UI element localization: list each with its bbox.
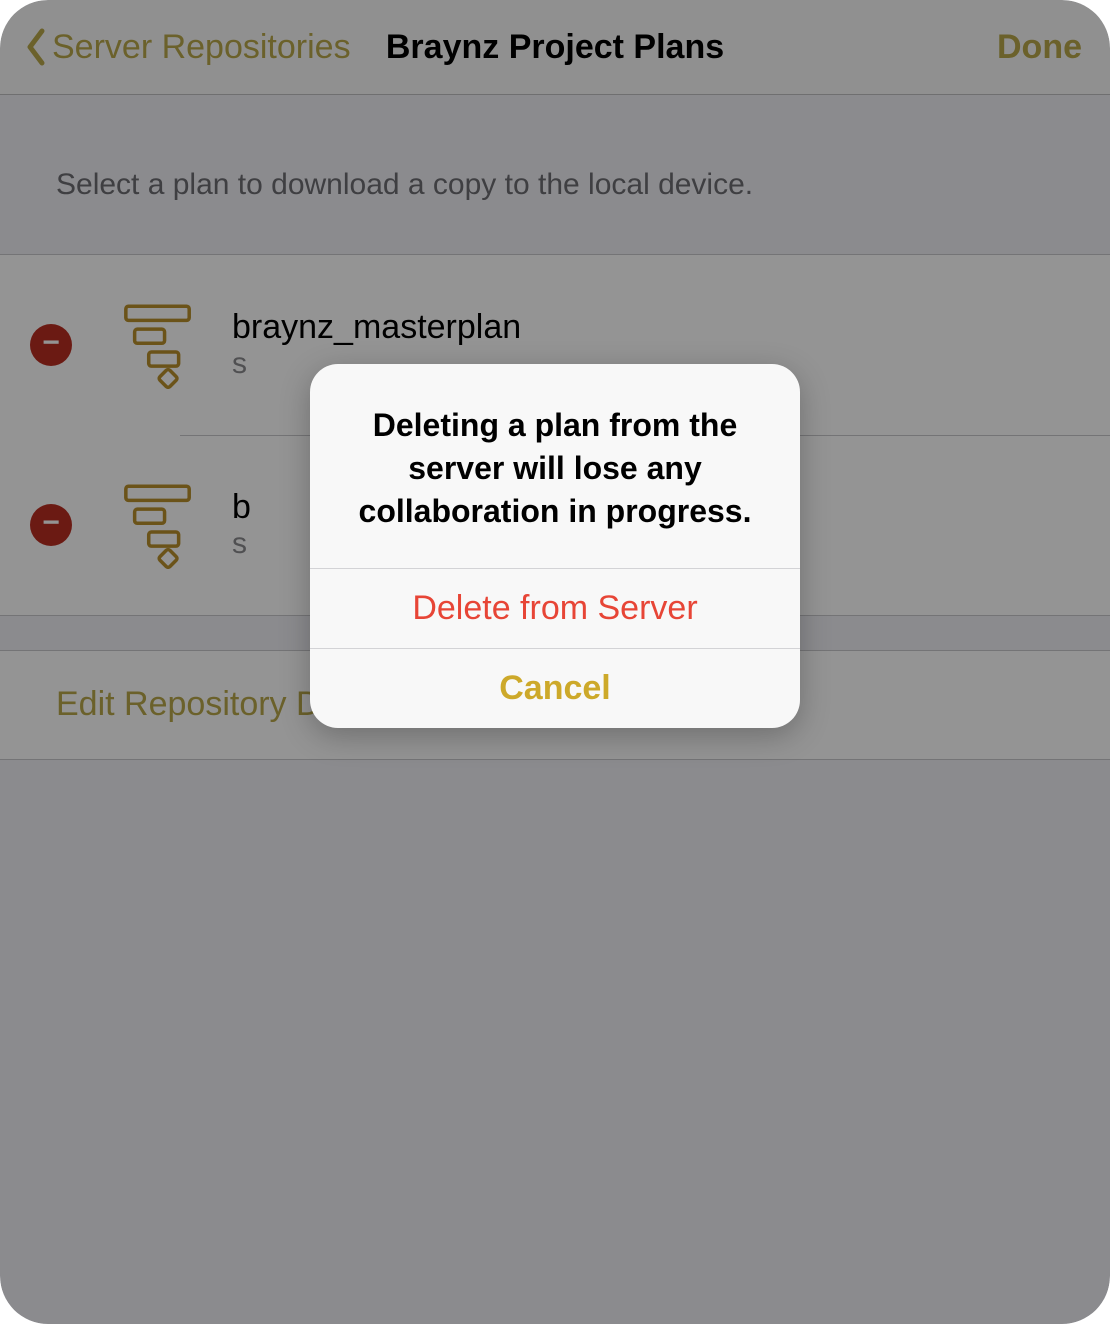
delete-label: Delete from Server xyxy=(412,589,697,628)
delete-from-server-button[interactable]: Delete from Server xyxy=(310,568,800,648)
cancel-label: Cancel xyxy=(499,669,611,708)
alert-message: Deleting a plan from the server will los… xyxy=(310,364,800,568)
cancel-button[interactable]: Cancel xyxy=(310,648,800,728)
screen: Server Repositories Braynz Project Plans… xyxy=(0,0,1110,1324)
confirm-alert: Deleting a plan from the server will los… xyxy=(310,364,800,728)
